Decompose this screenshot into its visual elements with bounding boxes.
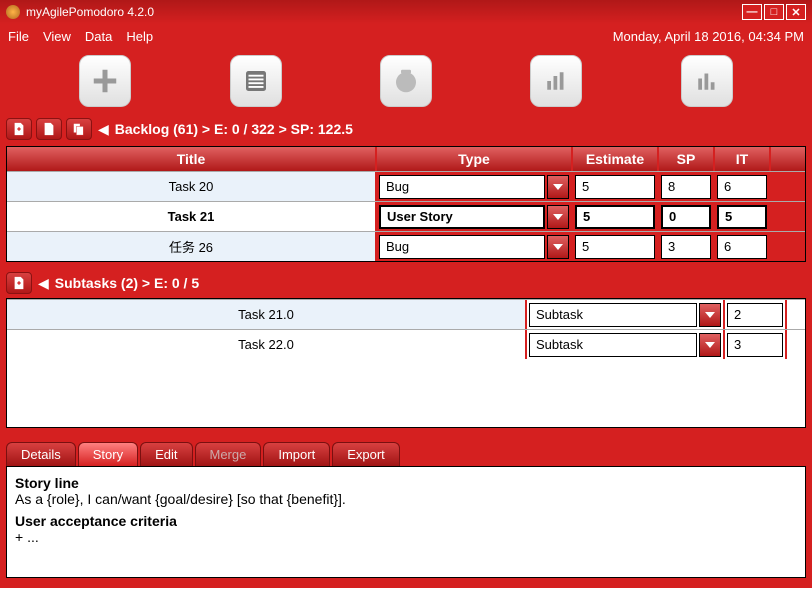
chevron-down-icon[interactable] (547, 235, 569, 259)
col-type[interactable]: Type (377, 147, 573, 171)
add-button[interactable] (79, 55, 131, 107)
task-it-input[interactable]: 5 (717, 205, 767, 229)
table-row[interactable]: Task 20Bug 586 (7, 171, 805, 201)
story-heading2: User acceptance criteria (15, 513, 797, 529)
task-type-select[interactable]: Bug (379, 235, 545, 259)
doc-copy-button[interactable] (66, 118, 92, 140)
col-sp[interactable]: SP (659, 147, 715, 171)
app-icon (6, 5, 20, 19)
doc-button[interactable] (36, 118, 62, 140)
story-panel[interactable]: Story line As a {role}, I can/want {goal… (6, 466, 806, 578)
tab-details[interactable]: Details (6, 442, 76, 466)
task-sp-input[interactable]: 0 (661, 205, 711, 229)
subtasks-breadcrumb-row: ◀ Subtasks (2) > E: 0 / 5 (0, 268, 812, 298)
tab-export[interactable]: Export (332, 442, 400, 466)
chevron-down-icon[interactable] (699, 333, 721, 357)
list-button[interactable] (230, 55, 282, 107)
task-it-input[interactable]: 6 (717, 175, 767, 199)
subtask-back-icon[interactable]: ◀ (38, 275, 49, 292)
col-title[interactable]: Title (7, 147, 377, 171)
menu-view[interactable]: View (43, 29, 71, 44)
menu-data[interactable]: Data (85, 29, 112, 44)
tasks-grid: Title Type Estimate SP IT Task 20Bug586T… (6, 146, 806, 262)
close-button[interactable]: ✕ (786, 4, 806, 20)
story-line1: As a {role}, I can/want {goal/desire} [s… (15, 491, 797, 507)
task-sp-input[interactable]: 3 (661, 235, 711, 259)
chevron-down-icon[interactable] (547, 205, 569, 229)
table-row[interactable]: Task 21User Story 505 (7, 201, 805, 231)
title-bar: myAgilePomodoro 4.2.0 — □ ✕ (0, 0, 812, 24)
task-title-cell: 任务 26 (7, 232, 377, 261)
task-estimate-input[interactable]: 5 (575, 235, 655, 259)
minimize-button[interactable]: — (742, 4, 762, 20)
datetime-label: Monday, April 18 2016, 04:34 PM (613, 29, 804, 44)
col-it[interactable]: IT (715, 147, 771, 171)
subtask-type-select[interactable]: Subtask (529, 333, 697, 357)
task-title-cell: Task 21 (7, 202, 377, 231)
tab-import[interactable]: Import (263, 442, 330, 466)
subtask-title-cell: Task 21.0 (7, 300, 527, 329)
menu-file[interactable]: File (8, 29, 29, 44)
tasks-grid-header: Title Type Estimate SP IT (7, 147, 805, 171)
story-heading1: Story line (15, 475, 797, 491)
menu-bar: File View Data Help Monday, April 18 201… (0, 24, 812, 48)
subtask-type-select[interactable]: Subtask (529, 303, 697, 327)
tab-edit[interactable]: Edit (140, 442, 192, 466)
backlog-breadcrumb-text: Backlog (61) > E: 0 / 322 > SP: 122.5 (115, 121, 353, 137)
table-row[interactable]: Task 21.0Subtask 2 (7, 299, 805, 329)
task-estimate-input[interactable]: 5 (575, 175, 655, 199)
task-it-input[interactable]: 6 (717, 235, 767, 259)
breadcrumb-back-icon[interactable]: ◀ (98, 121, 109, 138)
subtask-title-cell: Task 22.0 (7, 330, 527, 359)
stats2-button[interactable] (681, 55, 733, 107)
task-title-cell: Task 20 (7, 172, 377, 201)
stats-button[interactable] (530, 55, 582, 107)
subtask-val-input[interactable]: 2 (727, 303, 783, 327)
subtasks-breadcrumb-text: Subtasks (2) > E: 0 / 5 (55, 275, 199, 291)
table-row[interactable]: Task 22.0Subtask 3 (7, 329, 805, 359)
task-sp-input[interactable]: 8 (661, 175, 711, 199)
chevron-down-icon[interactable] (699, 303, 721, 327)
menu-help[interactable]: Help (126, 29, 153, 44)
backlog-breadcrumb-row: ◀ Backlog (61) > E: 0 / 322 > SP: 122.5 (0, 114, 812, 144)
task-type-select[interactable]: User Story (379, 205, 545, 229)
maximize-button[interactable]: □ (764, 4, 784, 20)
window-title: myAgilePomodoro 4.2.0 (26, 5, 740, 19)
col-estimate[interactable]: Estimate (573, 147, 659, 171)
chevron-down-icon[interactable] (547, 175, 569, 199)
subtasks-grid: Task 21.0Subtask 2 Task 22.0Subtask 3 (6, 298, 806, 428)
task-estimate-input[interactable]: 5 (575, 205, 655, 229)
story-line2: + ... (15, 529, 797, 545)
task-type-select[interactable]: Bug (379, 175, 545, 199)
detail-tabs: DetailsStoryEditMergeImportExport (0, 438, 812, 466)
main-toolbar (0, 48, 812, 114)
tab-story[interactable]: Story (78, 442, 138, 466)
subtask-add-button[interactable] (6, 272, 32, 294)
timer-button[interactable] (380, 55, 432, 107)
tab-merge: Merge (195, 442, 262, 466)
doc-add-button[interactable] (6, 118, 32, 140)
subtask-val-input[interactable]: 3 (727, 333, 783, 357)
table-row[interactable]: 任务 26Bug 536 (7, 231, 805, 261)
